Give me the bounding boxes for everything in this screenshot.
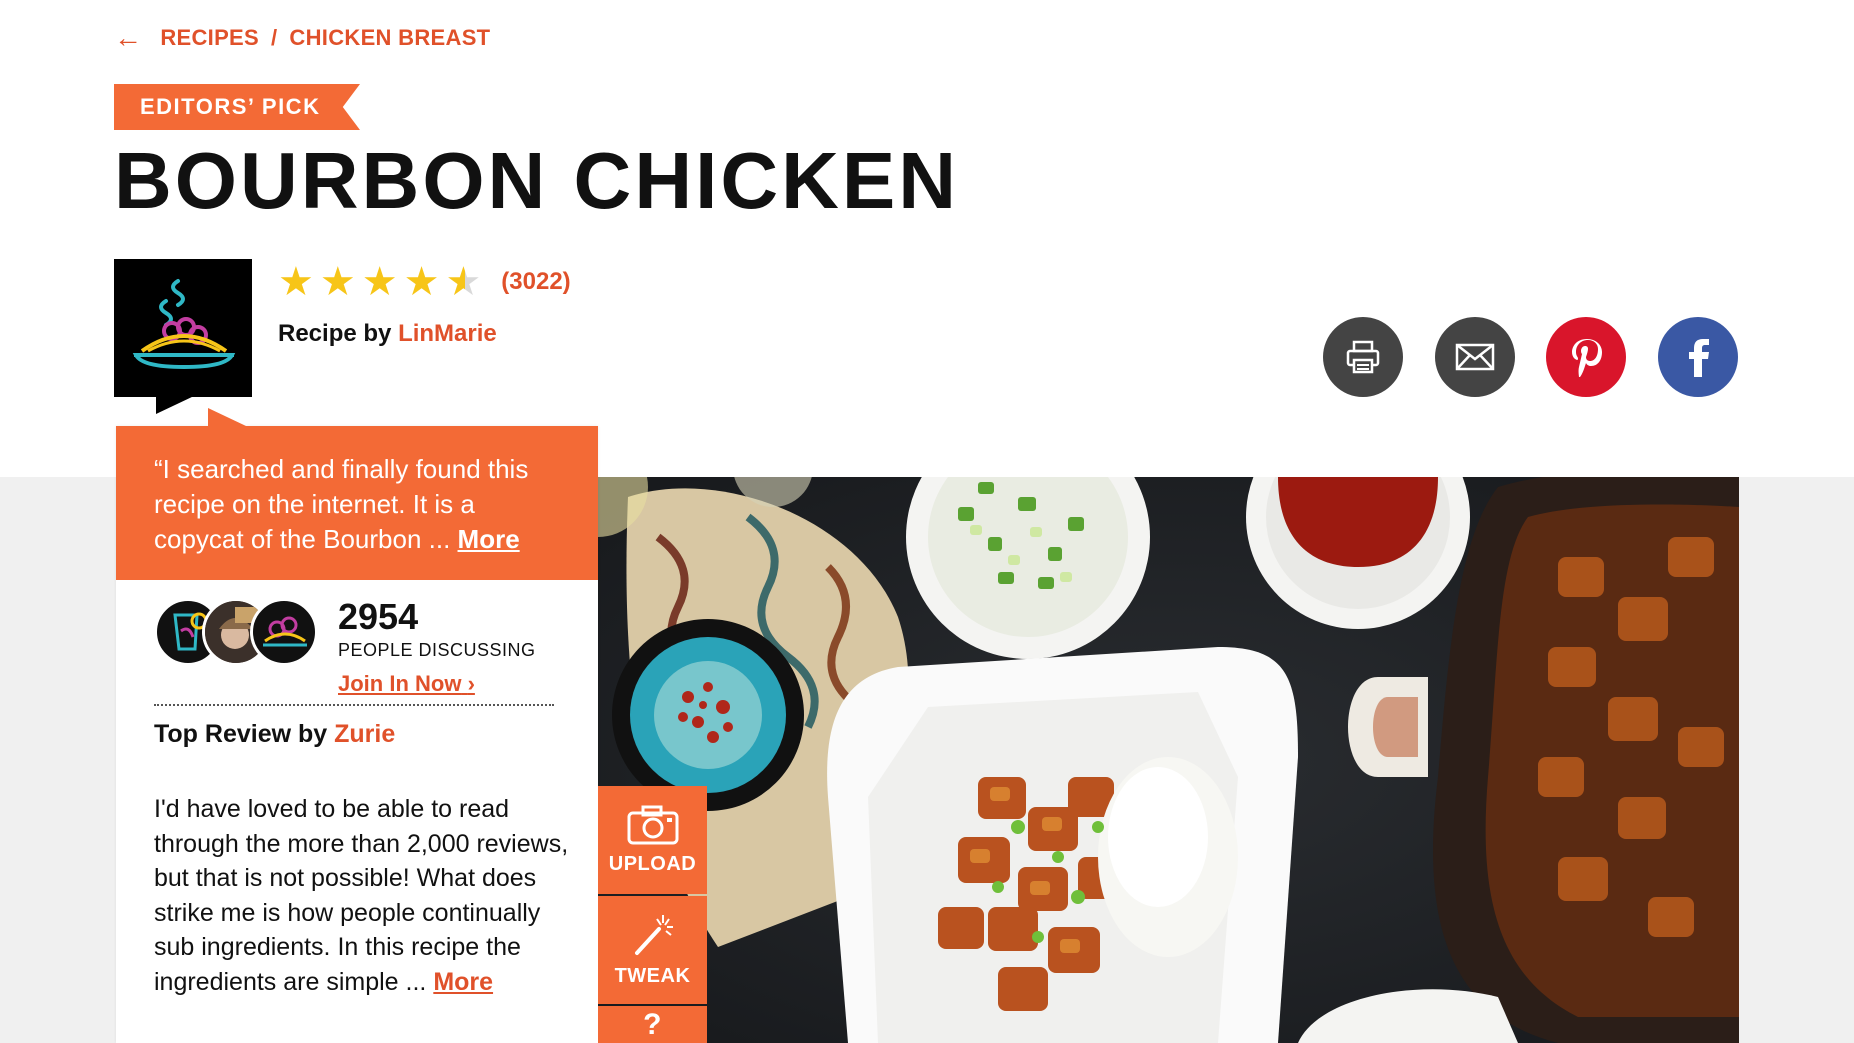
email-button[interactable]	[1435, 317, 1515, 397]
pinterest-button[interactable]	[1546, 317, 1626, 397]
discussion-text: 2954 PEOPLE DISCUSSING Join In Now ›	[338, 598, 536, 697]
pinterest-icon	[1572, 339, 1602, 377]
facebook-button[interactable]	[1658, 317, 1738, 397]
camera-icon	[627, 805, 678, 844]
join-in-now-link[interactable]: Join In Now ›	[338, 671, 536, 697]
upload-label: UPLOAD	[608, 852, 697, 875]
author-avatar[interactable]	[114, 259, 252, 397]
star-icon: ★	[361, 260, 398, 304]
food-photo	[598, 477, 1739, 1043]
print-button[interactable]	[1323, 317, 1403, 397]
avatar-tail	[156, 396, 194, 414]
star-icon: ★	[319, 260, 356, 304]
recipe-title: BOURBON CHICKEN	[114, 136, 959, 225]
top-review-prefix: Top Review by	[154, 720, 328, 748]
magic-wand-icon	[634, 914, 673, 955]
rating-stars[interactable]: ★ ★ ★ ★ ★ (3022)	[278, 262, 571, 302]
discussion-count: 2954	[338, 596, 419, 637]
discussion-avatars[interactable]	[154, 598, 324, 668]
recipe-hero-image[interactable]	[598, 477, 1739, 1043]
top-review-author-link[interactable]: Zurie	[334, 720, 395, 748]
facebook-icon	[1689, 339, 1709, 377]
join-label: Join In Now	[338, 671, 462, 696]
breadcrumb-recipes[interactable]: RECIPES	[160, 25, 259, 51]
star-icon: ★	[403, 260, 440, 304]
byline-prefix: Recipe by	[278, 320, 392, 347]
editors-pick-badge: EDITORS’ PICK	[114, 84, 360, 130]
breadcrumb-separator: /	[271, 25, 278, 50]
review-card: “I searched and finally found this recip…	[116, 408, 598, 1043]
review-text: I'd have loved to be able to read throug…	[154, 795, 569, 996]
author-link[interactable]: LinMarie	[398, 320, 497, 347]
tweak-label: TWEAK	[614, 964, 691, 987]
dotted-divider	[154, 704, 554, 706]
upload-button[interactable]: UPLOAD	[598, 786, 707, 894]
quote-notch	[208, 408, 246, 426]
star-icon: ★	[278, 260, 314, 304]
breadcrumb-chicken-breast[interactable]: CHICKEN BREAST	[289, 25, 490, 51]
question-icon: ?	[643, 1007, 662, 1041]
byline: Recipe by LinMarie	[278, 320, 497, 348]
email-icon	[1455, 343, 1495, 371]
noodle-bowl-icon	[132, 279, 236, 370]
review-more-link[interactable]: More	[433, 968, 493, 996]
chevron-right-icon: ›	[467, 671, 475, 696]
breadcrumb: ← RECIPES / CHICKEN BREAST	[114, 24, 490, 52]
top-review-heading: Top Review by Zurie	[154, 720, 395, 749]
discussion-block: 2954 PEOPLE DISCUSSING Join In Now ›	[154, 598, 536, 697]
help-button[interactable]: ?	[598, 1006, 707, 1043]
author-quote: “I searched and finally found this recip…	[116, 426, 598, 580]
tweak-button[interactable]: TWEAK	[598, 896, 707, 1004]
arrow-left-icon[interactable]: ←	[114, 24, 142, 52]
quote-more-link[interactable]: More	[458, 524, 520, 554]
print-icon	[1346, 340, 1380, 374]
rating-count[interactable]: (3022)	[501, 268, 570, 296]
top-review-text: I'd have loved to be able to read throug…	[154, 792, 574, 999]
avatar	[250, 598, 318, 666]
discussion-label: PEOPLE DISCUSSING	[338, 640, 536, 660]
half-star-icon: ★	[445, 260, 482, 304]
